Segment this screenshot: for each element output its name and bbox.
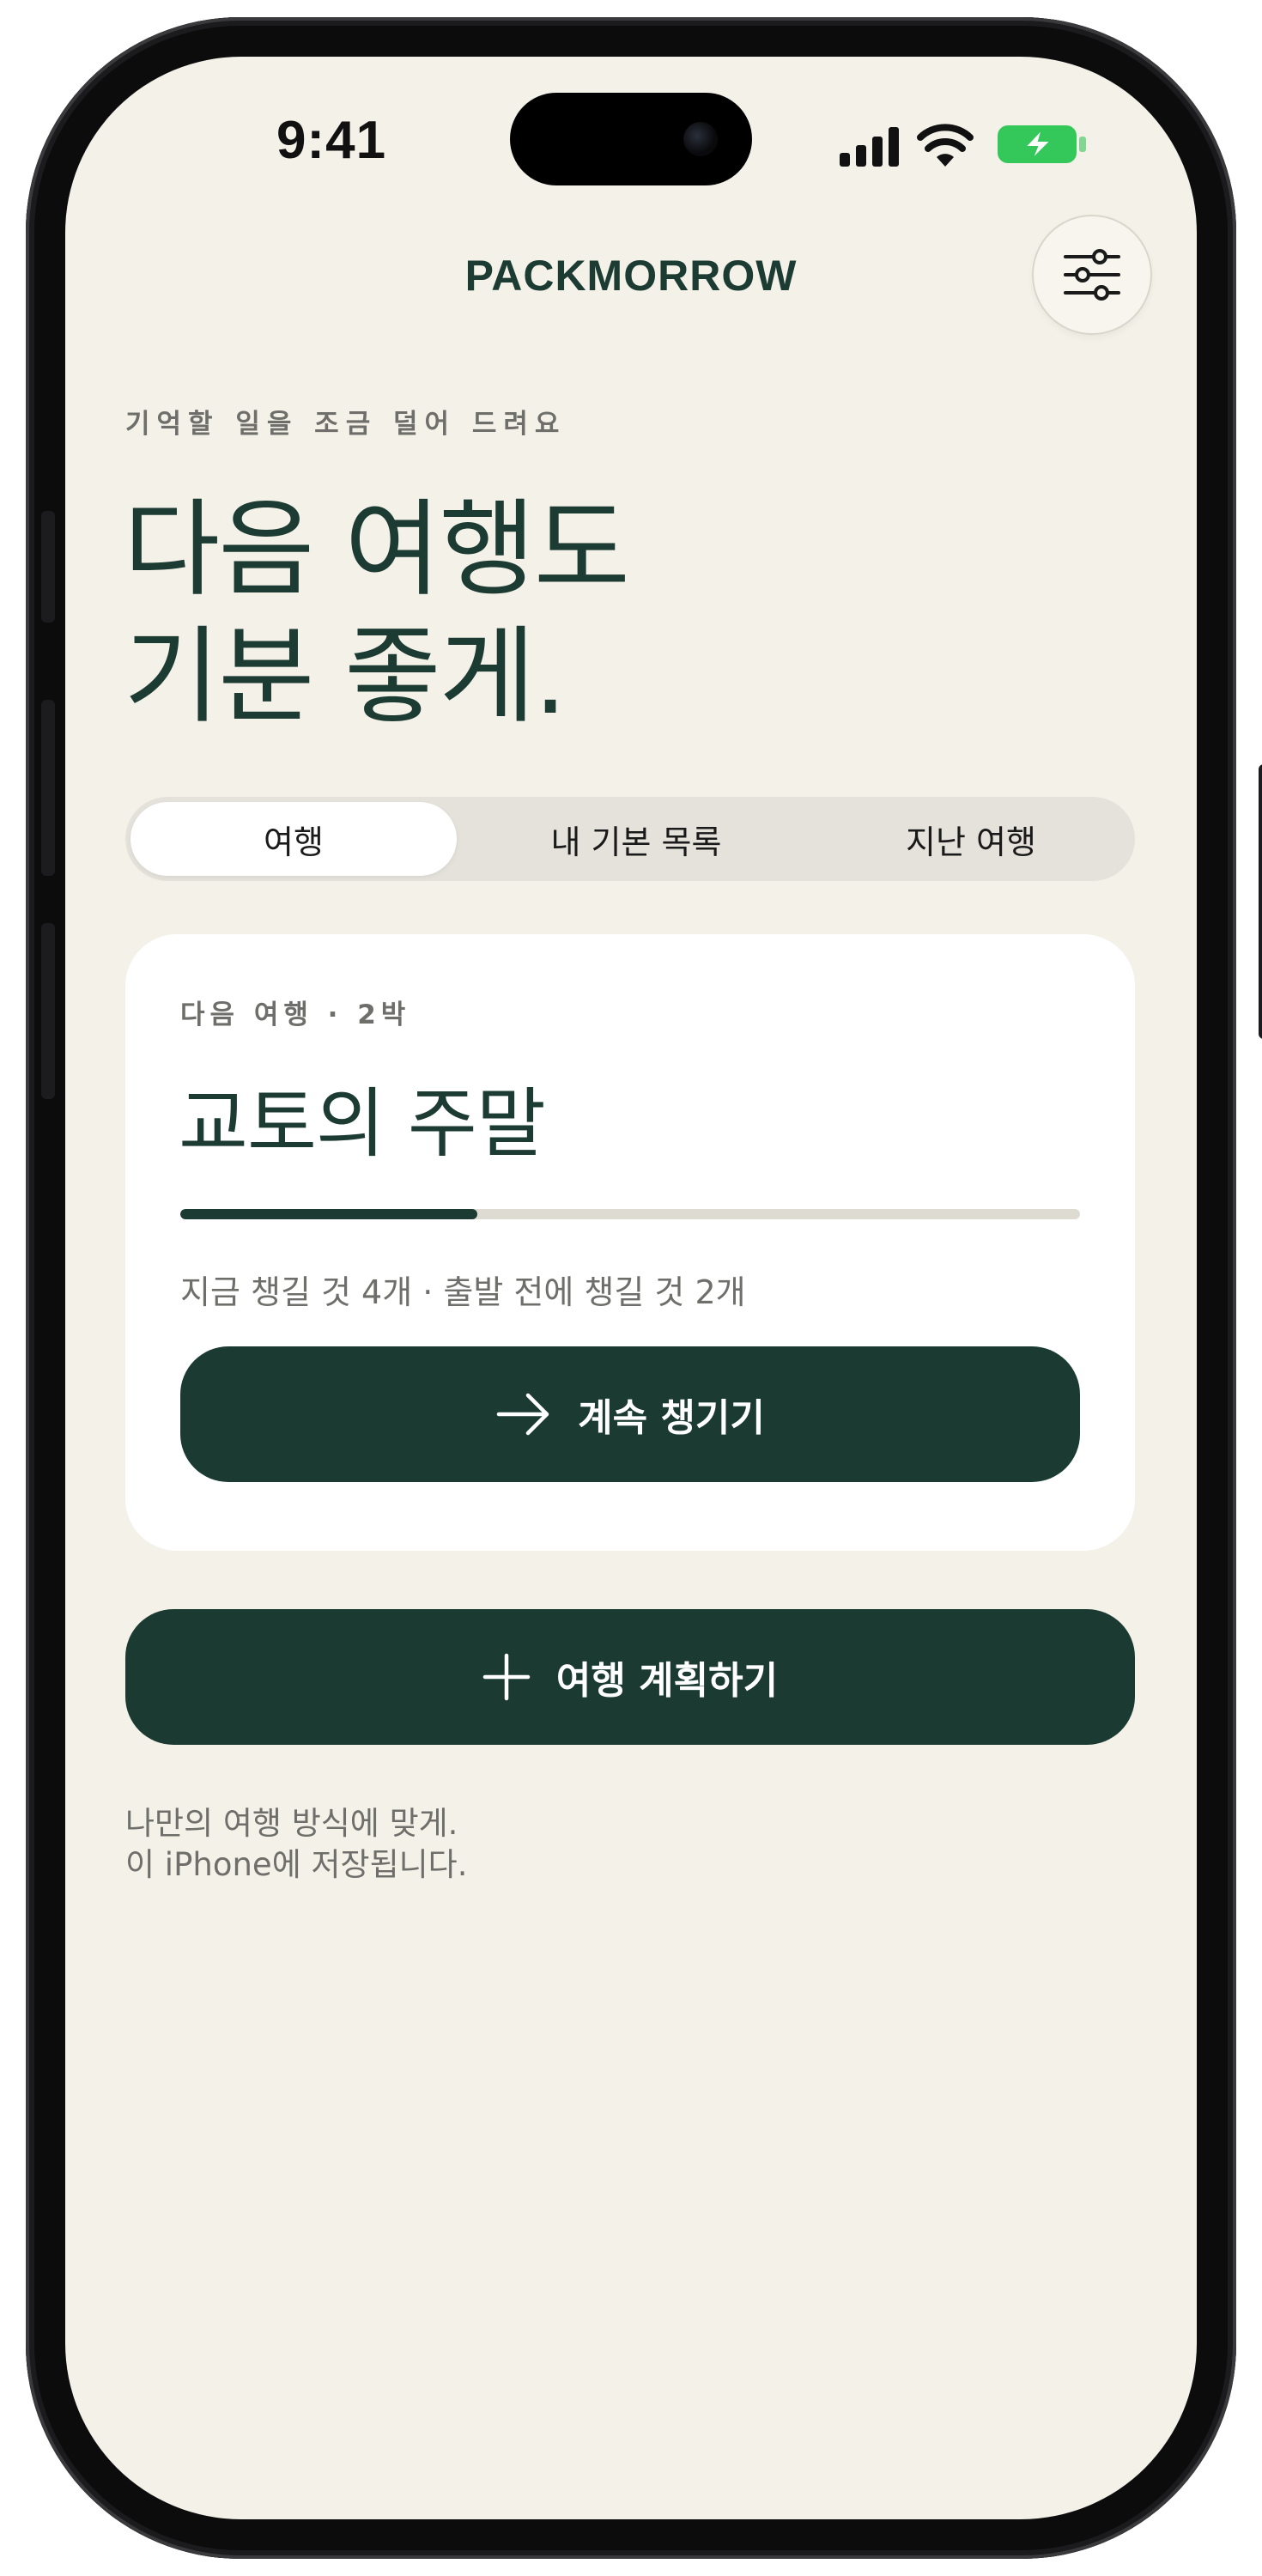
dynamic-island xyxy=(510,93,752,185)
trip-title: 교토의 주말 xyxy=(179,1079,546,1168)
hero-title: 다음 여행도 기분 좋게. xyxy=(124,486,630,740)
volume-up-button xyxy=(41,700,55,876)
packing-progress-bar xyxy=(180,1209,1080,1219)
hero-title-line-2: 기분 좋게. xyxy=(124,616,567,738)
settings-button[interactable] xyxy=(1034,216,1150,333)
sliders-icon xyxy=(1064,249,1120,301)
power-button xyxy=(1259,764,1262,1039)
tab-past-trips[interactable]: 지난 여행 xyxy=(804,797,1138,881)
packing-progress-fill xyxy=(180,1209,477,1219)
status-time: 9:41 xyxy=(276,111,387,170)
footnote-line-1: 나만의 여행 방식에 맞게. xyxy=(125,1805,458,1842)
tab-control: 여행 내 기본 목록 지난 여행 xyxy=(125,797,1135,881)
hero-title-line-1: 다음 여행도 xyxy=(124,489,630,611)
next-trip-card[interactable]: 다음 여행 · 2박 교토의 주말 지금 챙길 것 4개 · 출발 전에 챙길 … xyxy=(125,934,1135,1551)
volume-down-button xyxy=(41,923,55,1099)
plan-trip-label: 여행 계획하기 xyxy=(555,1659,779,1703)
tab-trips[interactable]: 여행 xyxy=(130,802,457,876)
hero-eyebrow: 기억할 일을 조금 덜어 드려요 xyxy=(125,409,567,440)
wifi-icon xyxy=(917,124,974,167)
tab-my-default-list[interactable]: 내 기본 목록 xyxy=(469,797,804,881)
app-screen: 9:41 PACKMORROW 기억할 일을 조금 덜어 드려요 다음 여행도 … xyxy=(65,57,1197,2519)
continue-packing-button[interactable]: 계속 챙기기 xyxy=(180,1346,1080,1482)
footnote: 나만의 여행 방식에 맞게. 이 iPhone에 저장됩니다. xyxy=(125,1803,467,1886)
action-button xyxy=(41,511,55,623)
cellular-signal-icon xyxy=(840,127,899,167)
app-brand: PACKMORROW xyxy=(464,252,798,300)
continue-packing-label: 계속 챙기기 xyxy=(578,1396,765,1440)
plus-icon xyxy=(482,1653,531,1701)
packing-status: 지금 챙길 것 4개 · 출발 전에 챙길 것 2개 xyxy=(180,1273,746,1311)
trip-meta: 다음 여행 · 2박 xyxy=(180,999,411,1030)
plan-trip-button[interactable]: 여행 계획하기 xyxy=(125,1609,1135,1745)
battery-charging-icon xyxy=(998,125,1086,163)
arrow-right-icon xyxy=(496,1393,549,1436)
footnote-line-2: 이 iPhone에 저장됩니다. xyxy=(125,1846,468,1883)
